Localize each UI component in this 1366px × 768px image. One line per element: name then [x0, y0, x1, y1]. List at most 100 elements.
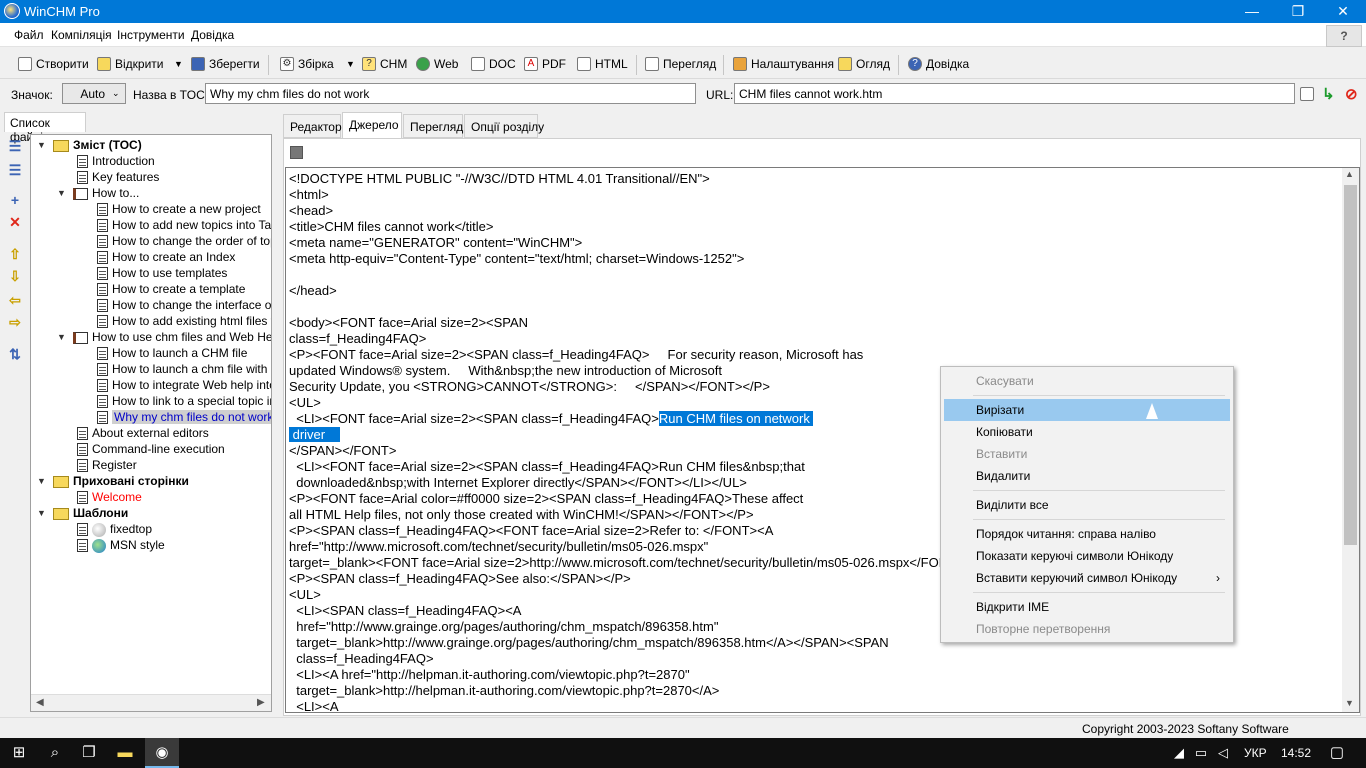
tree-node[interactable]: How to change the interface of th — [97, 297, 271, 313]
tree-node[interactable]: Command-line execution — [77, 441, 225, 457]
tree-horizontal-scrollbar[interactable]: ◀ ▶ — [31, 694, 271, 711]
expand-tree-icon[interactable]: ☰ — [4, 136, 26, 156]
tree-node[interactable]: About external editors — [77, 425, 209, 441]
tree-node[interactable]: How to launch a chm file with a s — [97, 361, 271, 377]
file-list-tab[interactable]: Список файлів — [4, 112, 86, 144]
chm-button[interactable]: ? CHM — [362, 55, 407, 73]
go-arrow-icon[interactable]: ↳ — [1322, 85, 1335, 103]
tree-node[interactable]: How to create a new project — [97, 201, 261, 217]
tree-node[interactable]: Welcome — [77, 489, 142, 505]
windows-start-icon[interactable]: ⊞ — [2, 738, 36, 768]
pdf-button[interactable]: A PDF — [524, 55, 566, 73]
tree-node-book[interactable]: How to use chm files and Web Help — [73, 329, 271, 345]
help-book-icon[interactable]: ? — [1326, 25, 1362, 47]
search-icon[interactable]: ⌕ — [38, 738, 72, 768]
save-button[interactable]: Зберегти — [191, 55, 260, 73]
tree-node[interactable]: fixedtop — [77, 521, 152, 537]
browse-button[interactable]: Огляд — [838, 55, 890, 73]
open-dropdown-arrow[interactable]: ▼ — [174, 55, 183, 73]
move-right-icon[interactable]: ⇨ — [4, 312, 26, 332]
save-disk-icon[interactable] — [290, 146, 303, 159]
scroll-right-icon[interactable]: ▶ — [257, 697, 265, 708]
build-dropdown-arrow[interactable]: ▼ — [346, 55, 355, 73]
tree-node[interactable]: How to add new topics into Table — [97, 217, 271, 233]
tree-node[interactable]: How to add existing html files to a — [97, 313, 271, 329]
help-button[interactable]: ? Довідка — [908, 55, 969, 73]
tree-node-book[interactable]: How to... — [73, 185, 139, 201]
menu-rtl-reading[interactable]: Порядок читання: справа наліво — [944, 523, 1230, 545]
winchm-taskbar-icon[interactable]: ◉ — [145, 738, 179, 768]
network-icon[interactable]: ◢ — [1168, 738, 1190, 768]
tree-node[interactable]: How to link to a special topic in W — [97, 393, 271, 409]
add-topic-icon[interactable]: + — [4, 190, 26, 210]
tree-node[interactable]: Key features — [77, 169, 159, 185]
collapse-arrow-icon[interactable]: ▼ — [37, 473, 47, 489]
topic-tree[interactable]: ▼ Зміст (TOC) Introduction Key features … — [30, 134, 272, 712]
tab-section-options[interactable]: Опції розділу — [464, 114, 544, 138]
tree-node-toc[interactable]: Зміст (TOC) — [53, 137, 142, 153]
tree-node[interactable]: MSN style — [77, 537, 165, 553]
menu-open-ime[interactable]: Відкрити IME — [944, 596, 1230, 618]
notifications-icon[interactable]: ▢ — [1320, 738, 1354, 768]
menu-help[interactable]: Довідка — [191, 28, 234, 42]
scroll-down-icon[interactable]: ▼ — [1345, 698, 1354, 708]
menu-tools[interactable]: Інструменти — [117, 28, 185, 42]
new-page-icon[interactable] — [1300, 87, 1314, 101]
tree-node-selected[interactable]: Why my chm files do not work — [97, 409, 271, 425]
delete-topic-icon[interactable]: ✕ — [4, 212, 26, 232]
collapse-tree-icon[interactable]: ☰ — [4, 160, 26, 180]
menu-delete[interactable]: Видалити — [944, 465, 1230, 487]
create-button[interactable]: Створити — [18, 55, 89, 73]
collapse-arrow-icon[interactable]: ▼ — [37, 505, 47, 521]
tree-node[interactable]: How to launch a CHM file — [97, 345, 247, 361]
settings-button[interactable]: Налаштування — [733, 55, 834, 73]
tree-node-hidden-pages[interactable]: Приховані сторінки — [53, 473, 189, 489]
open-button[interactable]: Відкрити — [97, 55, 164, 73]
minimize-button[interactable]: — — [1229, 0, 1275, 23]
clock[interactable]: 14:52 — [1281, 746, 1311, 760]
menu-reconversion[interactable]: Повторне перетворення — [944, 618, 1230, 640]
doc-button[interactable]: DOC — [471, 55, 516, 73]
close-button[interactable]: ✕ — [1320, 0, 1366, 23]
tree-node[interactable]: Register — [77, 457, 137, 473]
task-view-icon[interactable]: ❐ — [72, 738, 106, 768]
tab-source[interactable]: Джерело — [342, 112, 402, 139]
scroll-up-icon[interactable]: ▲ — [1345, 169, 1354, 179]
move-down-icon[interactable]: ⇩ — [4, 266, 26, 286]
tab-editor[interactable]: Редактор — [283, 114, 342, 138]
move-left-icon[interactable]: ⇦ — [4, 290, 26, 310]
toc-title-input[interactable]: Why my chm files do not work — [205, 83, 696, 104]
collapse-arrow-icon[interactable]: ▼ — [57, 185, 67, 201]
preview-button[interactable]: Перегляд — [645, 55, 716, 73]
url-input[interactable]: CHM files cannot work.htm — [734, 83, 1295, 104]
menu-undo[interactable]: Скасувати — [944, 370, 1230, 392]
move-up-icon[interactable]: ⇧ — [4, 244, 26, 264]
tree-node-templates[interactable]: Шаблони — [53, 505, 128, 521]
input-language[interactable]: УКР — [1244, 746, 1267, 760]
tab-preview[interactable]: Перегляд — [403, 114, 463, 138]
menu-show-unicode[interactable]: Показати керуючі символи Юнікоду — [944, 545, 1230, 567]
battery-icon[interactable]: ▭ — [1190, 738, 1212, 768]
tree-node[interactable]: How to integrate Web help into y — [97, 377, 271, 393]
web-button[interactable]: Web — [416, 55, 458, 73]
tree-node[interactable]: How to create an Index — [97, 249, 235, 265]
tree-node[interactable]: How to use templates — [97, 265, 227, 281]
menu-paste[interactable]: Вставити — [944, 443, 1230, 465]
menu-compile[interactable]: Компіляція — [51, 28, 112, 42]
sort-tree-icon[interactable]: ⇅ — [4, 344, 26, 364]
tree-node[interactable]: How to change the order of topic — [97, 233, 271, 249]
volume-icon[interactable]: ◁ — [1212, 738, 1234, 768]
file-explorer-icon[interactable]: ▬ — [108, 738, 142, 768]
collapse-arrow-icon[interactable]: ▼ — [37, 137, 47, 153]
tree-node[interactable]: Introduction — [77, 153, 155, 169]
html-button[interactable]: HTML — [577, 55, 628, 73]
scrollbar-thumb[interactable] — [1344, 185, 1357, 545]
menu-cut[interactable]: Вирізати — [944, 399, 1230, 421]
menu-copy[interactable]: Копіювати — [944, 421, 1230, 443]
menu-insert-unicode[interactable]: Вставити керуючий символ Юнікоду › — [944, 567, 1230, 589]
restore-button[interactable]: ❐ — [1275, 0, 1321, 23]
menu-file[interactable]: Файл — [14, 28, 44, 42]
stop-icon[interactable]: ⊘ — [1345, 85, 1358, 103]
scroll-left-icon[interactable]: ◀ — [36, 697, 44, 708]
collapse-arrow-icon[interactable]: ▼ — [57, 329, 67, 345]
